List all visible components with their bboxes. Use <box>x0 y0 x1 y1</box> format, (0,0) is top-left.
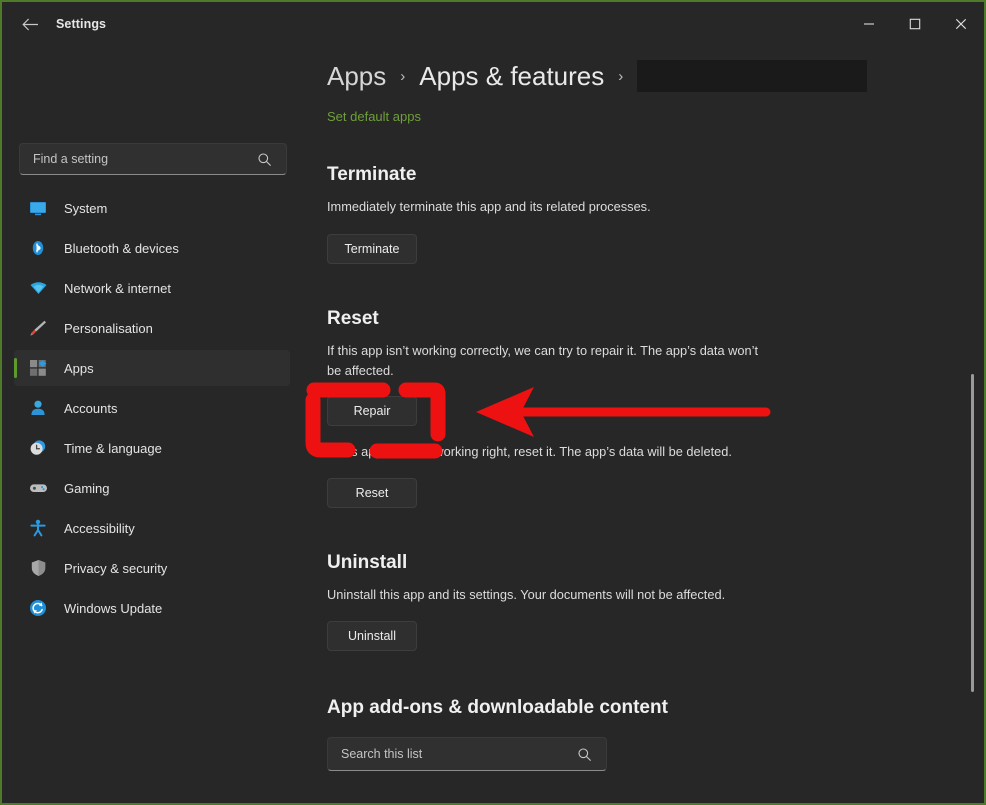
window-controls <box>846 2 984 46</box>
sidebar-item-label: Accounts <box>64 400 118 416</box>
breadcrumb-level2[interactable]: Apps & features <box>419 61 604 92</box>
app-title: Settings <box>56 17 107 31</box>
addons-search-box[interactable] <box>327 737 607 772</box>
sidebar-item-label: Accessibility <box>64 520 135 536</box>
sidebar-item-apps[interactable]: Apps <box>14 350 290 386</box>
sidebar-item-time-language[interactable]: Time & language <box>14 430 290 466</box>
bluetooth-icon <box>28 238 48 258</box>
sidebar-item-label: System <box>64 200 108 216</box>
sidebar-item-windows-update[interactable]: Windows Update <box>14 590 290 626</box>
sidebar-item-label: Windows Update <box>64 600 163 616</box>
terminate-heading: Terminate <box>327 164 417 185</box>
gamepad-icon <box>28 478 48 498</box>
addons-search-input[interactable] <box>328 747 577 762</box>
sidebar-item-label: Bluetooth & devices <box>64 240 179 256</box>
search-input[interactable] <box>20 152 257 166</box>
breadcrumb: Apps › Apps & features › <box>327 60 868 92</box>
repair-button[interactable]: Repair <box>327 396 417 427</box>
set-default-apps-link[interactable]: Set default apps <box>327 109 421 124</box>
sidebar-item-network-internet[interactable]: Network & internet <box>14 270 290 306</box>
account-person-icon <box>28 398 48 418</box>
scrollbar-thumb[interactable] <box>971 374 974 692</box>
wifi-icon <box>28 278 48 298</box>
search-setting-box[interactable] <box>19 143 287 175</box>
minimize-button[interactable] <box>846 2 892 46</box>
settings-window: Settings Find a setting System Bluetooth… <box>0 0 986 805</box>
sidebar: System Bluetooth & devices <box>2 46 302 803</box>
terminate-description: Immediately terminate this app and its r… <box>327 199 651 214</box>
reset-button[interactable]: Reset <box>327 478 417 509</box>
sidebar-item-gaming[interactable]: Gaming <box>14 470 290 506</box>
monitor-icon <box>28 198 48 218</box>
close-button[interactable] <box>938 2 984 46</box>
settings-content: Set default apps Terminate Immediately t… <box>302 106 984 803</box>
uninstall-heading: Uninstall <box>327 552 408 574</box>
reset-repair-description: If this app isn’t working correctly, we … <box>327 342 759 378</box>
sidebar-nav: System Bluetooth & devices Network & int… <box>14 190 290 630</box>
terminate-button[interactable]: Terminate <box>327 233 417 264</box>
sidebar-item-personalisation[interactable]: Personalisation <box>14 310 290 346</box>
sidebar-item-label: Privacy & security <box>64 560 168 576</box>
chevron-right-icon: › <box>618 67 624 85</box>
sidebar-item-accounts[interactable]: Accounts <box>14 390 290 426</box>
back-arrow-icon[interactable] <box>13 9 47 39</box>
sidebar-item-accessibility[interactable]: Accessibility <box>14 510 290 546</box>
apps-grid-icon <box>28 358 48 378</box>
sidebar-item-bluetooth-devices[interactable]: Bluetooth & devices <box>14 230 290 266</box>
uninstall-button[interactable]: Uninstall <box>327 621 417 652</box>
breadcrumb-root[interactable]: Apps <box>327 61 386 92</box>
uninstall-description: Uninstall this app and its settings. You… <box>327 587 726 603</box>
addons-heading: App add-ons & downloadable content <box>327 697 668 719</box>
scroll-region: Set default apps Terminate Immediately t… <box>302 106 984 803</box>
chevron-right-icon: › <box>400 67 406 85</box>
accessibility-person-icon <box>28 518 48 538</box>
redacted-app-name <box>637 60 868 92</box>
title-bar: Settings <box>2 2 984 46</box>
search-icon <box>577 747 592 762</box>
sidebar-item-privacy-security[interactable]: Privacy & security <box>14 550 290 586</box>
sidebar-item-label: Network & internet <box>64 280 171 296</box>
sidebar-item-label: Gaming <box>64 480 110 496</box>
clock-icon <box>28 438 48 458</box>
paintbrush-icon <box>28 318 48 338</box>
sidebar-item-label: Apps <box>64 360 94 376</box>
main-content: Apps › Apps & features › Set default app… <box>302 46 984 803</box>
update-refresh-icon <box>28 598 48 618</box>
sidebar-item-label: Personalisation <box>64 320 153 336</box>
maximize-button[interactable] <box>892 2 938 46</box>
reset-description: If this app still isn’t working right, r… <box>327 444 732 460</box>
vertical-scrollbar[interactable] <box>967 46 977 803</box>
shield-icon <box>28 558 48 578</box>
sidebar-item-label: Time & language <box>64 440 162 456</box>
search-icon <box>257 152 272 167</box>
sidebar-item-system[interactable]: System <box>14 190 290 226</box>
reset-heading: Reset <box>327 307 379 329</box>
